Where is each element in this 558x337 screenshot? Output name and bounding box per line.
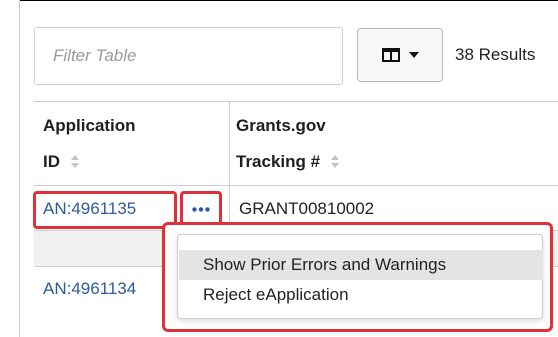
ellipsis-icon [192,206,210,212]
application-id-link[interactable]: AN:4961134 [43,279,136,299]
left-gutter [0,0,20,337]
header-label-line2: Tracking # [236,152,321,171]
header-label-line1: Application [43,116,136,135]
frame-top-border [0,0,558,1]
column-chooser-button[interactable] [357,28,443,82]
columns-icon [381,48,400,62]
sort-icon[interactable] [330,155,339,168]
column-header-tracking-number[interactable]: Grants.gov Tracking # [236,108,339,180]
menu-item-reject-eapplication[interactable]: Reject eApplication [179,280,543,310]
column-header-application-id[interactable]: Application ID [43,108,136,180]
row-actions-button[interactable] [186,198,216,220]
filter-table-input[interactable] [34,27,343,85]
header-label-line2: ID [43,152,60,171]
caret-down-icon [408,52,419,58]
screenshot-stage: 38 Results Application ID Grants.gov Tra… [0,0,558,337]
menu-item-show-prior-errors[interactable]: Show Prior Errors and Warnings [179,250,543,280]
actions-dropdown-menu: Show Prior Errors and Warnings Reject eA… [177,234,543,319]
header-label-line1: Grants.gov [236,116,326,135]
application-id-link[interactable]: AN:4961135 [43,199,136,219]
sort-icon[interactable] [70,155,79,168]
results-count: 38 Results [455,45,536,64]
tracking-number-cell: GRANT00810002 [239,199,375,218]
